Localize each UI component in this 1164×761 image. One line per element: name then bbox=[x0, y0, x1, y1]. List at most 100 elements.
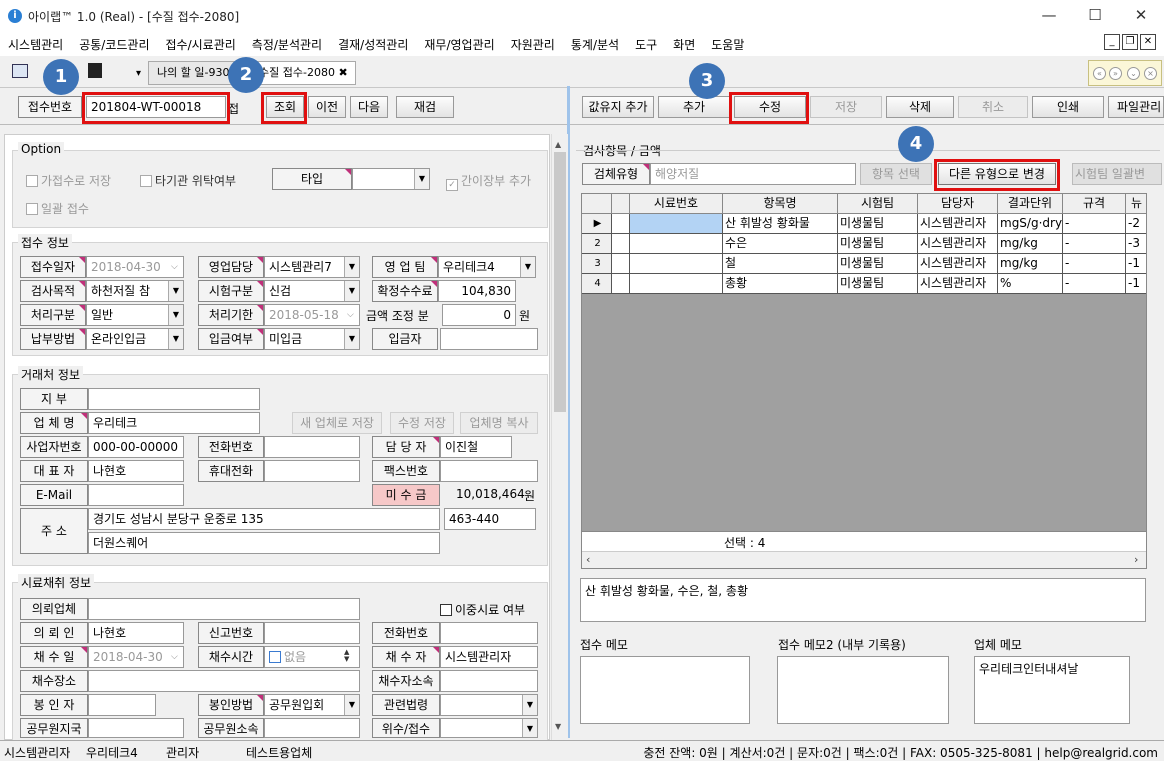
cell-spec[interactable]: - bbox=[1063, 254, 1126, 274]
left-vertical-scrollbar[interactable]: ▲ ▼ bbox=[551, 134, 568, 740]
cell-spec[interactable]: - bbox=[1063, 214, 1126, 234]
cell-sample-no[interactable] bbox=[630, 254, 723, 274]
official-office-input[interactable] bbox=[88, 718, 184, 738]
select-items-button[interactable]: 항목 선택 bbox=[860, 163, 932, 185]
client-company-input[interactable] bbox=[88, 598, 360, 620]
cell-extra[interactable]: -2 bbox=[1126, 214, 1146, 234]
manager-input[interactable]: 이진철 bbox=[440, 436, 512, 458]
cell-sample-no[interactable] bbox=[630, 274, 723, 294]
menu-resource[interactable]: 자원관리 bbox=[503, 36, 563, 53]
address-line2-input[interactable]: 더원스퀘어 bbox=[88, 532, 440, 554]
cell-owner[interactable]: 시스템관리자 bbox=[918, 274, 998, 294]
nav-down-icon[interactable]: ⌄ bbox=[1127, 67, 1140, 80]
menu-measure[interactable]: 측정/분석관리 bbox=[244, 36, 330, 53]
menu-code[interactable]: 공통/코드관리 bbox=[71, 36, 157, 53]
fax-input[interactable] bbox=[440, 460, 538, 482]
chevron-down-icon[interactable]: ▼ bbox=[168, 329, 183, 349]
cell-item-name[interactable]: 산 휘발성 황화물 bbox=[723, 214, 838, 234]
cell-item-name[interactable]: 수은 bbox=[723, 234, 838, 254]
next-button[interactable]: 다음 bbox=[350, 96, 388, 118]
cell-extra[interactable]: -3 bbox=[1126, 234, 1146, 254]
nav-arrows-panel[interactable]: « » ⌄ × bbox=[1088, 60, 1162, 86]
phone-input[interactable] bbox=[264, 436, 360, 458]
nav-prev-icon[interactable]: « bbox=[1093, 67, 1106, 80]
menu-stats[interactable]: 통계/분석 bbox=[563, 36, 627, 53]
zip-input[interactable]: 463-440 bbox=[444, 508, 536, 530]
menu-tools[interactable]: 도구 bbox=[627, 36, 665, 53]
receipt-memo-input[interactable] bbox=[580, 656, 750, 724]
add-button[interactable]: 추가 bbox=[658, 96, 730, 118]
maximize-button[interactable]: ☐ bbox=[1072, 0, 1118, 32]
save-new-company-button[interactable]: 새 업체로 저장 bbox=[292, 412, 382, 434]
mdi-minimize-button[interactable]: _ bbox=[1104, 34, 1120, 50]
chevron-down-icon[interactable]: ▼ bbox=[520, 257, 535, 277]
menu-approval[interactable]: 결재/성적관리 bbox=[330, 36, 416, 53]
scroll-thumb[interactable] bbox=[554, 152, 566, 412]
menu-system[interactable]: 시스템관리 bbox=[0, 36, 71, 53]
outsource-checkbox[interactable]: 타기관 위탁여부 bbox=[140, 172, 236, 189]
grid-horizontal-scrollbar[interactable]: ‹ › bbox=[582, 551, 1146, 568]
scroll-up-icon[interactable]: ▲ bbox=[555, 140, 561, 149]
checkbox-box[interactable]: ✓ bbox=[446, 179, 458, 191]
temp-save-checkbox[interactable]: 가접수로 저장 bbox=[26, 172, 111, 189]
col-item-name[interactable]: 항목명 bbox=[723, 194, 838, 214]
chevron-down-icon[interactable]: ▼ bbox=[522, 695, 537, 715]
cell-result-unit[interactable]: mg/kg bbox=[998, 234, 1063, 254]
save-edit-button[interactable]: 수정 저장 bbox=[390, 412, 454, 434]
cell-sample-no[interactable] bbox=[630, 234, 723, 254]
chevron-down-icon[interactable]: ▼ bbox=[344, 329, 359, 349]
menu-help[interactable]: 도움말 bbox=[703, 36, 752, 53]
checkbox-box[interactable] bbox=[26, 203, 38, 215]
cell-result-unit[interactable]: mg/kg bbox=[998, 254, 1063, 274]
chevron-down-icon[interactable]: ⌵ bbox=[171, 652, 178, 662]
copy-company-button[interactable]: 업체명 복사 bbox=[460, 412, 538, 434]
sealer-input[interactable] bbox=[88, 694, 156, 716]
chevron-down-icon[interactable]: ▼ bbox=[168, 305, 183, 325]
tab-close-icon[interactable]: ✖ bbox=[338, 66, 347, 79]
cell-result-unit[interactable]: % bbox=[998, 274, 1063, 294]
address-line1-input[interactable]: 경기도 성남시 분당구 운중로 135 bbox=[88, 508, 440, 530]
spin-icon[interactable]: ▲ ▼ bbox=[344, 649, 349, 663]
prev-button[interactable]: 이전 bbox=[308, 96, 346, 118]
batch-receipt-checkbox[interactable]: 일괄 접수 bbox=[26, 200, 89, 217]
col-sample-no[interactable]: 시료번호 bbox=[630, 194, 723, 214]
chevron-down-icon[interactable]: ⌵ bbox=[347, 310, 354, 320]
col-extra[interactable]: 뉴 bbox=[1126, 194, 1146, 214]
chevron-down-icon[interactable]: ▼ bbox=[344, 695, 359, 715]
col-result-unit[interactable]: 결과단위 bbox=[998, 194, 1063, 214]
cell-item-name[interactable]: 철 bbox=[723, 254, 838, 274]
file-manage-button[interactable]: 파일관리 bbox=[1108, 96, 1164, 118]
cell-test-team[interactable]: 미생물팀 bbox=[838, 234, 918, 254]
sample-type-input[interactable]: 해양저질 bbox=[650, 163, 856, 185]
simple-ledger-checkbox[interactable]: ✓ 간이장부 추가 bbox=[446, 172, 531, 191]
menu-receipt[interactable]: 접수/시료관리 bbox=[158, 36, 244, 53]
cell-item-name[interactable]: 총황 bbox=[723, 274, 838, 294]
company-input[interactable]: 우리테크 bbox=[88, 412, 260, 434]
sampler-input[interactable]: 시스템관리자 bbox=[440, 646, 538, 668]
requester-input[interactable]: 나현호 bbox=[88, 622, 184, 644]
team-batch-change-button[interactable]: 시험팀 일괄변 bbox=[1072, 163, 1162, 185]
cancel-button[interactable]: 취소 bbox=[958, 96, 1028, 118]
menu-finance[interactable]: 재무/영업관리 bbox=[416, 36, 502, 53]
checkbox-box[interactable] bbox=[26, 175, 38, 187]
email-input[interactable] bbox=[88, 484, 184, 506]
chevron-down-icon[interactable]: ▼ bbox=[344, 257, 359, 277]
cell-spec[interactable]: - bbox=[1063, 234, 1126, 254]
save-button[interactable]: 저장 bbox=[810, 96, 882, 118]
col-spec[interactable]: 규격 bbox=[1063, 194, 1126, 214]
toolbar-dropdown-icon[interactable]: ▾ bbox=[136, 68, 141, 79]
chevron-down-icon[interactable]: ▼ bbox=[344, 281, 359, 301]
scroll-down-icon[interactable]: ▼ bbox=[555, 722, 561, 731]
cell-owner[interactable]: 시스템관리자 bbox=[918, 254, 998, 274]
cell-extra[interactable]: -1 bbox=[1126, 254, 1146, 274]
cell-spec[interactable]: - bbox=[1063, 274, 1126, 294]
print-button[interactable]: 인쇄 bbox=[1032, 96, 1104, 118]
checkbox-box[interactable] bbox=[440, 604, 452, 616]
mdi-close-button[interactable]: ✕ bbox=[1140, 34, 1156, 50]
receipt-memo2-input[interactable] bbox=[777, 656, 949, 724]
row-check[interactable] bbox=[612, 234, 630, 254]
recheck-button[interactable]: 재검 bbox=[396, 96, 454, 118]
selected-items-summary[interactable]: 산 휘발성 황화물, 수은, 철, 총황 bbox=[580, 578, 1146, 622]
adjust-input[interactable]: 0 bbox=[442, 304, 516, 326]
row-check[interactable] bbox=[612, 214, 630, 234]
